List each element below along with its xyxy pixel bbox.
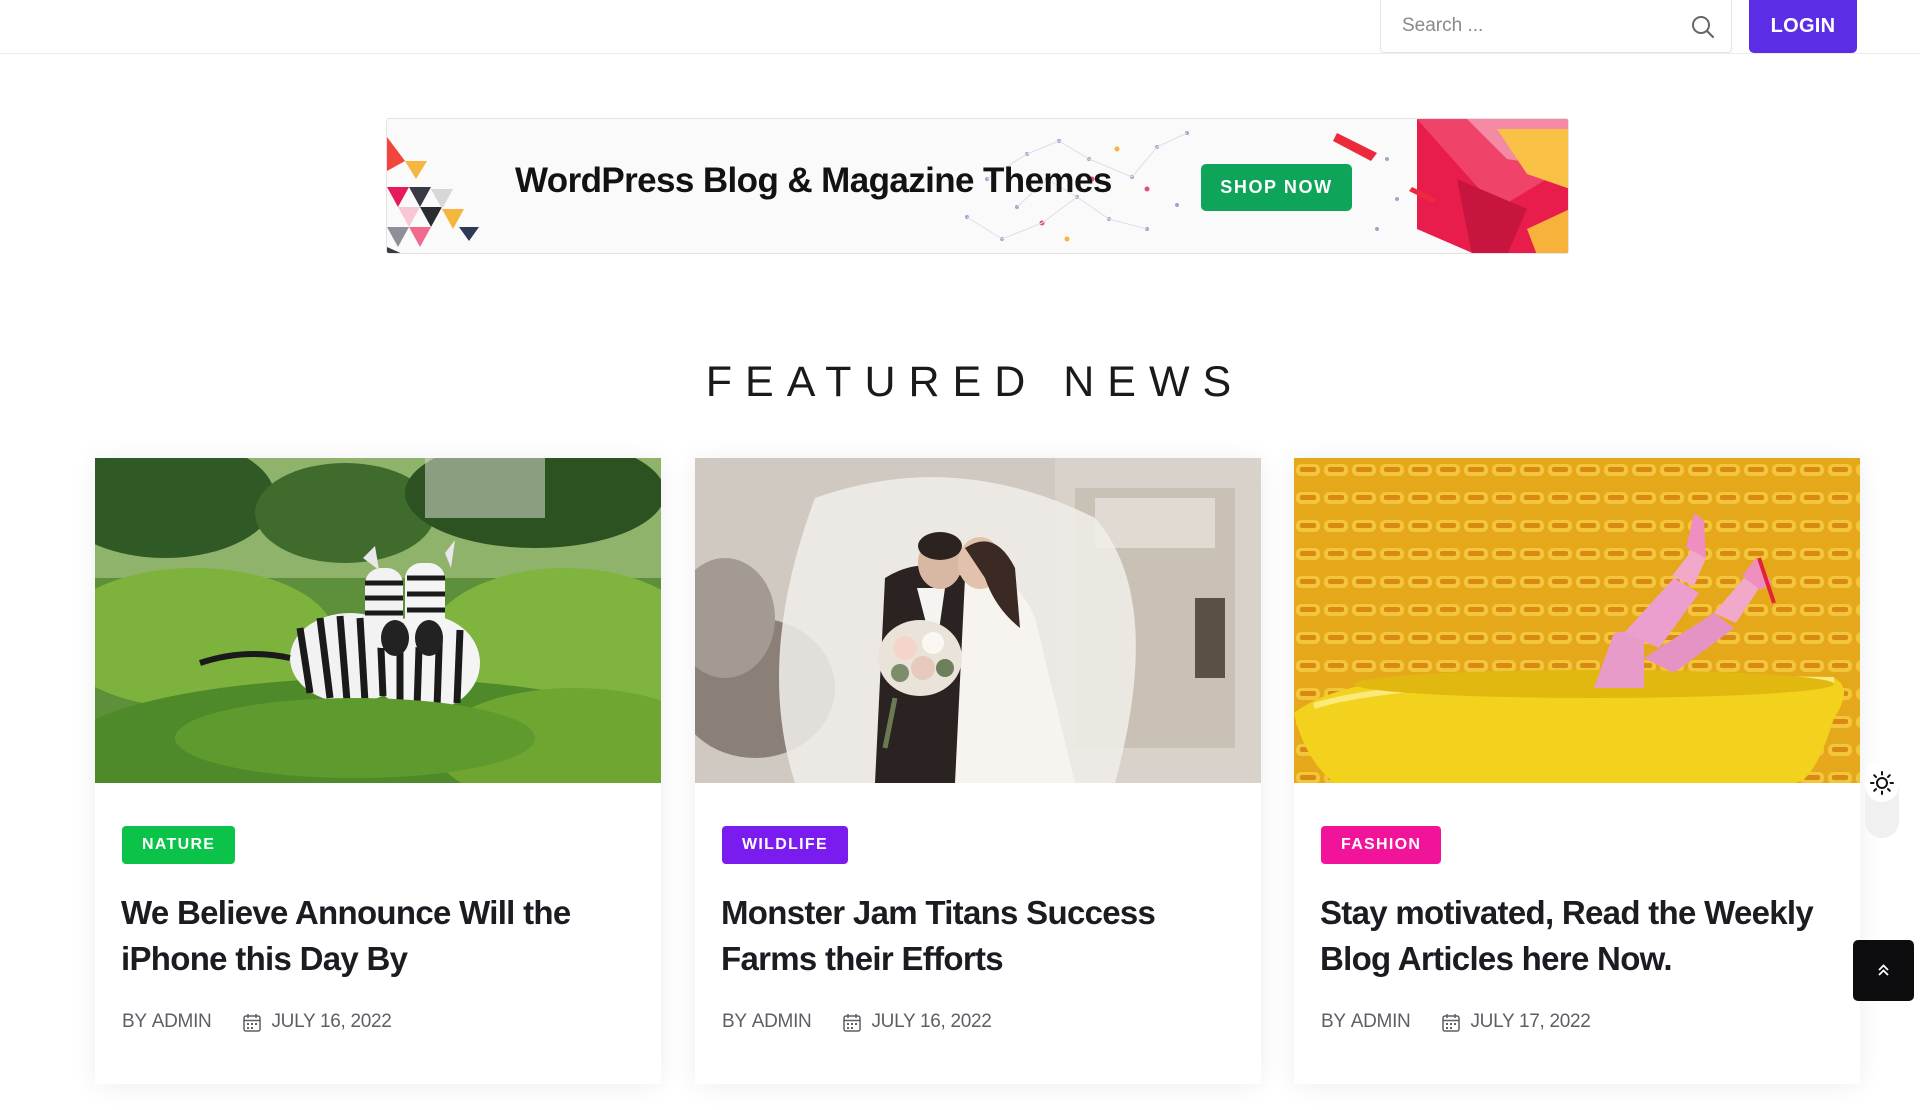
post-date[interactable]: JULY 16, 2022: [271, 1011, 391, 1033]
section-title: FEATURED NEWS: [705, 358, 1245, 406]
news-card: FASHION Stay motivated, Read the Weekly …: [1294, 458, 1860, 1084]
card-title[interactable]: Stay motivated, Read the Weekly Blog Art…: [1320, 890, 1840, 982]
search-box: [1380, 0, 1732, 53]
category-badge-wildlife[interactable]: WILDLIFE: [722, 826, 848, 864]
top-bar: LOGIN: [0, 0, 1920, 54]
card-meta: BY ADMIN JULY 17, 2022: [1321, 1010, 1591, 1034]
sun-icon: [1870, 771, 1894, 795]
by-label: BY: [122, 1011, 147, 1032]
card-image-fashion[interactable]: [1294, 458, 1860, 783]
ad-banner[interactable]: WordPress Blog & Magazine Themes SHOP NO…: [386, 118, 1569, 254]
post-date[interactable]: JULY 16, 2022: [871, 1011, 991, 1033]
shop-now-button[interactable]: SHOP NOW: [1201, 164, 1352, 211]
banner-headline: WordPress Blog & Magazine Themes: [515, 161, 1112, 200]
news-card: NATURE We Believe Announce Will the iPho…: [95, 458, 661, 1084]
calendar-icon: [1442, 1013, 1461, 1032]
by-label: BY: [722, 1011, 747, 1032]
card-meta: BY ADMIN JULY 16, 2022: [122, 1010, 392, 1034]
author-link[interactable]: ADMIN: [1351, 1011, 1411, 1033]
category-badge-nature[interactable]: NATURE: [122, 826, 236, 864]
theme-toggle[interactable]: [1865, 760, 1899, 838]
card-title[interactable]: Monster Jam Titans Success Farms their E…: [721, 890, 1241, 982]
card-title[interactable]: We Believe Announce Will the iPhone this…: [121, 890, 641, 982]
calendar-icon: [843, 1013, 862, 1032]
login-button[interactable]: LOGIN: [1749, 0, 1857, 53]
author-link[interactable]: ADMIN: [152, 1011, 212, 1033]
search-icon[interactable]: [1689, 13, 1717, 41]
news-card: WILDLIFE Monster Jam Titans Success Farm…: [695, 458, 1261, 1084]
post-date[interactable]: JULY 17, 2022: [1470, 1011, 1590, 1033]
scroll-to-top-button[interactable]: [1853, 940, 1914, 1001]
author-link[interactable]: ADMIN: [752, 1011, 812, 1033]
card-image-wedding[interactable]: [695, 458, 1261, 783]
calendar-icon: [243, 1013, 262, 1032]
search-input[interactable]: [1381, 0, 1681, 52]
card-image-zebras[interactable]: [95, 458, 661, 783]
category-badge-fashion[interactable]: FASHION: [1321, 826, 1442, 864]
double-chevron-up-icon: [1878, 964, 1889, 976]
card-meta: BY ADMIN JULY 16, 2022: [722, 1010, 992, 1034]
by-label: BY: [1321, 1011, 1346, 1032]
